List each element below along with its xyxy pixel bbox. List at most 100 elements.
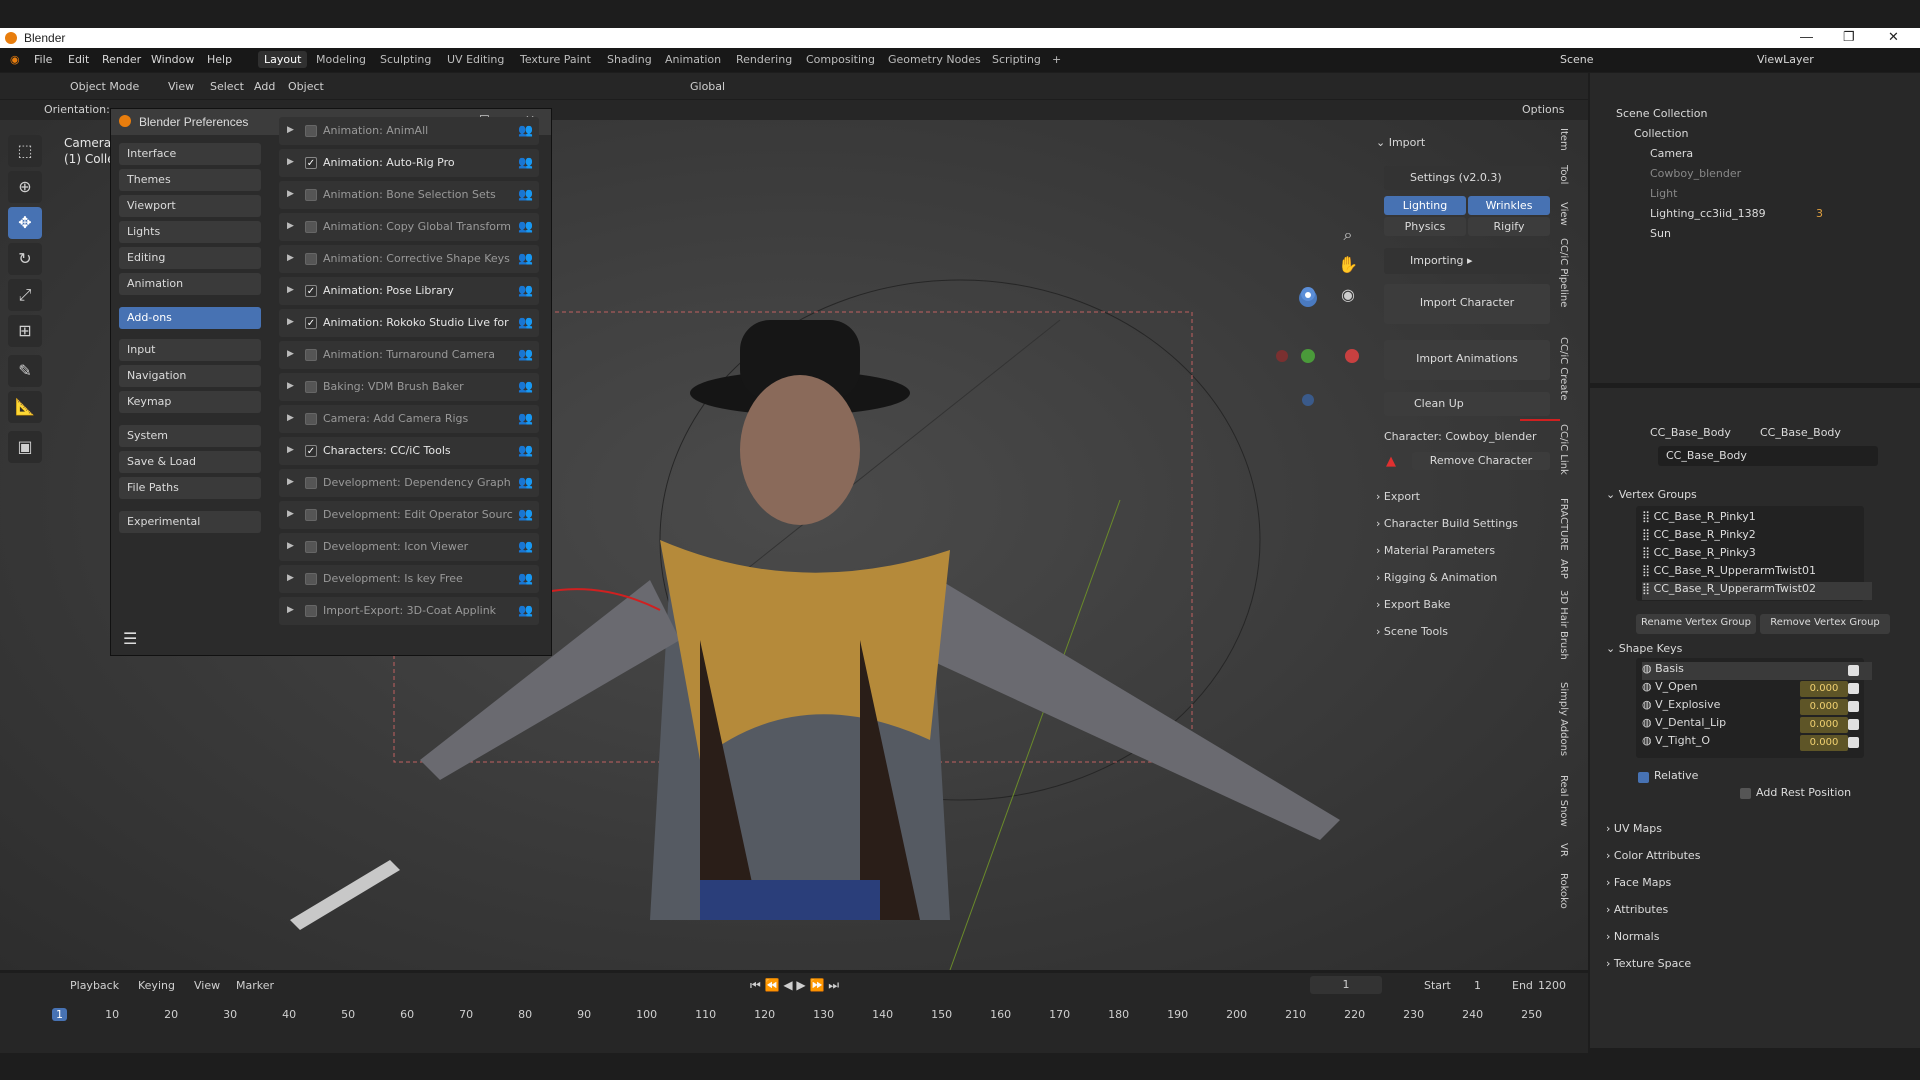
shape-key-checkbox[interactable] — [1848, 665, 1859, 676]
scale-icon[interactable]: ⤢ — [8, 279, 42, 311]
rotate-icon[interactable]: ↻ — [8, 243, 42, 275]
shape-key-checkbox[interactable] — [1848, 701, 1859, 712]
rigify-toggle[interactable]: Rigify — [1468, 217, 1550, 236]
shape-key-checkbox[interactable] — [1848, 683, 1859, 694]
object-menu[interactable]: Object — [288, 80, 324, 93]
addon-row[interactable]: ▶ Baking: VDM Brush Baker 👥 — [279, 373, 539, 401]
options-dropdown[interactable]: Options — [1522, 103, 1564, 116]
expand-arrow-icon[interactable]: ▶ — [287, 445, 294, 455]
addon-checkbox[interactable] — [305, 413, 317, 425]
addon-row[interactable]: ▶ Development: Edit Operator Source 👥 — [279, 501, 539, 529]
shape-key-row[interactable]: ◍ V_Dental_Lip 0.000 — [1642, 716, 1872, 734]
shape-key-row[interactable]: ◍ V_Tight_O 0.000 — [1642, 734, 1872, 752]
add-workspace-icon[interactable]: + — [1052, 53, 1061, 66]
end-value[interactable]: 1200 — [1538, 979, 1566, 992]
expand-arrow-icon[interactable]: ▶ — [287, 573, 294, 583]
property-section-header[interactable]: › UV Maps — [1606, 822, 1662, 835]
tab-texture-paint[interactable]: Texture Paint — [520, 53, 591, 66]
outliner-item-lighting[interactable]: Lighting_cc3iid_1389 — [1650, 207, 1766, 220]
expand-arrow-icon[interactable]: ▶ — [287, 605, 294, 615]
shape-key-row[interactable]: ◍ V_Explosive 0.000 — [1642, 698, 1872, 716]
pref-nav-input[interactable]: Input — [119, 339, 261, 361]
shape-key-checkbox[interactable] — [1848, 737, 1859, 748]
pref-nav-animation[interactable]: Animation — [119, 273, 261, 295]
vertex-group-row[interactable]: ⣿ CC_Base_R_Pinky2 — [1642, 528, 1872, 546]
addon-checkbox[interactable] — [305, 253, 317, 265]
property-section-header[interactable]: › Texture Space — [1606, 957, 1691, 970]
addon-checkbox[interactable] — [305, 125, 317, 137]
lighting-toggle[interactable]: Lighting — [1384, 196, 1466, 215]
shape-key-row[interactable]: ◍ V_Open 0.000 — [1642, 680, 1872, 698]
sidebar-tab[interactable]: CC/iC Pipeline — [1558, 238, 1569, 307]
import-section-header[interactable]: ⌄ Import — [1376, 136, 1425, 149]
expand-arrow-icon[interactable]: ▶ — [287, 477, 294, 487]
addon-checkbox[interactable] — [305, 189, 317, 201]
select-menu[interactable]: Select — [210, 80, 244, 93]
property-section-header[interactable]: › Color Attributes — [1606, 849, 1700, 862]
expand-arrow-icon[interactable]: ▶ — [287, 285, 294, 295]
addon-checkbox[interactable]: ✓ — [305, 157, 317, 169]
addon-checkbox[interactable]: ✓ — [305, 445, 317, 457]
npanel-section-header[interactable]: › Export — [1376, 490, 1420, 503]
outliner-item-light[interactable]: Light — [1650, 187, 1677, 200]
addon-checkbox[interactable] — [305, 541, 317, 553]
tab-rendering[interactable]: Rendering — [736, 53, 792, 66]
maximize-icon[interactable]: ❐ — [1843, 29, 1855, 45]
minimize-icon[interactable]: — — [1800, 29, 1813, 44]
addon-row[interactable]: ▶ Development: Dependency Graph ... 👥 — [279, 469, 539, 497]
addon-checkbox[interactable] — [305, 381, 317, 393]
tab-animation[interactable]: Animation — [665, 53, 721, 66]
expand-arrow-icon[interactable]: ▶ — [287, 157, 294, 167]
expand-arrow-icon[interactable]: ▶ — [287, 381, 294, 391]
sidebar-tab[interactable]: CC/iC Link — [1558, 424, 1569, 475]
expand-arrow-icon[interactable]: ▶ — [287, 349, 294, 359]
pref-nav-themes[interactable]: Themes — [119, 169, 261, 191]
npanel-section-header[interactable]: › Scene Tools — [1376, 625, 1448, 638]
addon-checkbox[interactable]: ✓ — [305, 285, 317, 297]
sidebar-tab[interactable]: Item — [1558, 128, 1569, 151]
property-section-header[interactable]: › Normals — [1606, 930, 1659, 943]
addon-row[interactable]: ▶ Development: Icon Viewer 👥 — [279, 533, 539, 561]
collection-label[interactable]: Collection — [1634, 127, 1688, 140]
view-layer-name[interactable]: ViewLayer — [1757, 53, 1814, 66]
pref-nav-addons[interactable]: Add-ons — [119, 307, 261, 329]
addon-row[interactable]: ▶ Animation: Turnaround Camera 👥 — [279, 341, 539, 369]
tab-modeling[interactable]: Modeling — [316, 53, 366, 66]
timeline-view-menu[interactable]: View — [194, 979, 220, 992]
addon-checkbox[interactable] — [305, 349, 317, 361]
npanel-section-header[interactable]: › Export Bake — [1376, 598, 1450, 611]
addon-row[interactable]: ▶ Animation: Copy Global Transform 👥 — [279, 213, 539, 241]
expand-arrow-icon[interactable]: ▶ — [287, 509, 294, 519]
expand-arrow-icon[interactable]: ▶ — [287, 253, 294, 263]
pref-nav-editing[interactable]: Editing — [119, 247, 261, 269]
sidebar-tab[interactable]: CC/iC Create — [1558, 337, 1569, 401]
npanel-section-header[interactable]: › Material Parameters — [1376, 544, 1495, 557]
transform-icon[interactable]: ⊞ — [8, 315, 42, 347]
blender-menu-icon[interactable]: ◉ — [10, 53, 20, 66]
sidebar-tab[interactable]: 3D Hair Brush — [1558, 590, 1569, 660]
close-icon[interactable]: ✕ — [1888, 29, 1899, 45]
hamburger-menu-icon[interactable]: ☰ — [123, 629, 137, 648]
tab-layout[interactable]: Layout — [258, 51, 308, 68]
addon-row[interactable]: ▶ ✓ Characters: CC/iC Tools 👥 — [279, 437, 539, 465]
property-section-header[interactable]: › Attributes — [1606, 903, 1668, 916]
addon-row[interactable]: ▶ Import-Export: 3D-Coat Applink 👥 — [279, 597, 539, 625]
sidebar-tab[interactable]: ARP — [1558, 559, 1569, 579]
wrinkles-toggle[interactable]: Wrinkles — [1468, 196, 1550, 215]
tab-scripting[interactable]: Scripting — [992, 53, 1041, 66]
menu-render[interactable]: Render — [102, 53, 141, 66]
vertex-groups-header[interactable]: ⌄ Vertex Groups — [1606, 488, 1697, 501]
sidebar-tab[interactable]: FRACTURE — [1558, 498, 1569, 551]
property-section-header[interactable]: › Face Maps — [1606, 876, 1671, 889]
vertex-group-row[interactable]: ⣿ CC_Base_R_UpperarmTwist02 — [1642, 582, 1872, 600]
menu-window[interactable]: Window — [151, 53, 194, 66]
pan-hand-icon[interactable]: ✋ — [1336, 250, 1360, 280]
zoom-icon[interactable]: ⌕ — [1336, 220, 1360, 250]
import-character-button[interactable]: Import Character — [1384, 284, 1550, 324]
expand-arrow-icon[interactable]: ▶ — [287, 125, 294, 135]
expand-arrow-icon[interactable]: ▶ — [287, 221, 294, 231]
outliner-item-cowboy[interactable]: Cowboy_blender — [1650, 167, 1741, 180]
pref-nav-interface[interactable]: Interface — [119, 143, 261, 165]
outliner-item-sun[interactable]: Sun — [1650, 227, 1671, 240]
scene-collection-label[interactable]: Scene Collection — [1616, 107, 1707, 120]
